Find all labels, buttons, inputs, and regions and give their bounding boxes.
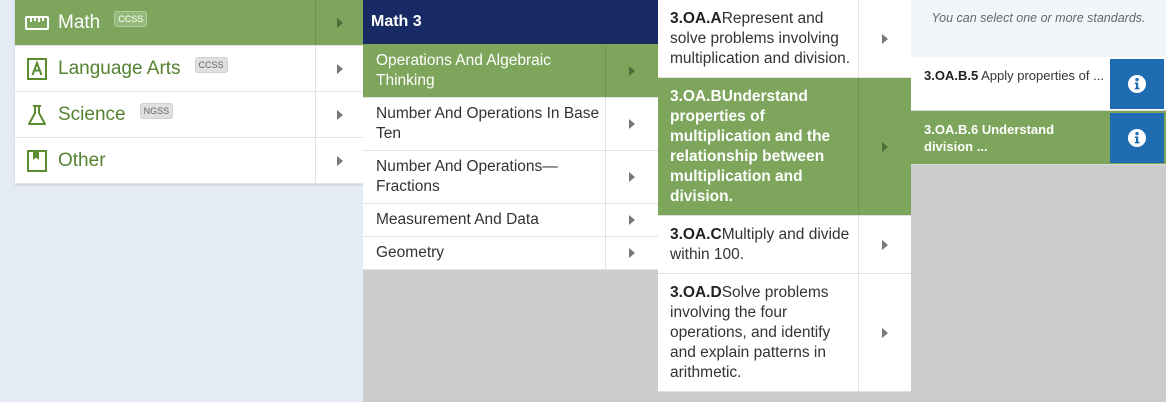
expand-arrow[interactable] [605, 45, 658, 97]
expand-arrow[interactable] [858, 274, 911, 391]
expand-arrow[interactable] [315, 0, 363, 45]
info-icon [1128, 129, 1146, 147]
flask-icon [25, 103, 49, 127]
grade-title: Math 3 [363, 0, 658, 45]
cluster-code: 3.OA.B [670, 88, 722, 105]
expand-arrow[interactable] [605, 98, 658, 150]
expand-arrow[interactable] [315, 138, 363, 183]
subject-list: Math CCSS Language Arts CCSS Science NGS… [15, 0, 363, 184]
domain-label: Geometry [376, 244, 445, 261]
expand-arrow[interactable] [605, 237, 658, 269]
domain-column: Math 3 Operations And Algebraic Thinking… [363, 0, 658, 402]
ruler-icon [25, 11, 49, 35]
chevron-right-icon [629, 248, 635, 258]
cluster-column: 3.OA.ARepresent and solve problems invol… [658, 0, 911, 402]
chevron-right-icon [629, 119, 635, 129]
standard-code: 3.OA.B.6 [924, 122, 979, 137]
standard-badge: CCSS [114, 10, 148, 27]
standard-badge: CCSS [194, 56, 228, 73]
chevron-right-icon [882, 33, 888, 44]
cluster-code: 3.OA.C [670, 226, 722, 243]
info-button[interactable] [1110, 59, 1164, 109]
info-icon [1128, 75, 1146, 93]
expand-arrow[interactable] [605, 204, 658, 236]
expand-arrow[interactable] [858, 78, 911, 215]
chevron-right-icon [336, 109, 343, 120]
cluster-code: 3.OA.D [670, 284, 722, 301]
standard-text: Apply properties of ... [981, 68, 1104, 83]
cluster-item[interactable]: 3.OA.BUnderstand properties of multiplic… [658, 78, 911, 216]
domain-item[interactable]: Operations And Algebraic Thinking [363, 45, 658, 98]
domain-label: Number And Operations—Fractions [376, 158, 558, 195]
subject-label: Language Arts [58, 57, 181, 79]
expand-arrow[interactable] [605, 151, 658, 203]
cluster-code: 3.OA.A [670, 10, 722, 27]
subject-item-language-arts[interactable]: Language Arts CCSS [15, 46, 363, 92]
domain-label: Operations And Algebraic Thinking [376, 52, 551, 89]
subject-item-math[interactable]: Math CCSS [15, 0, 363, 46]
standard-item[interactable]: 3.OA.B.6 Understand division ... [911, 111, 1166, 165]
subject-label: Science [58, 103, 126, 125]
chevron-right-icon [629, 215, 635, 225]
expand-arrow[interactable] [315, 46, 363, 91]
standard-code: 3.OA.B.5 [924, 68, 979, 83]
chevron-right-icon [336, 17, 343, 28]
domain-label: Measurement And Data [376, 211, 539, 228]
expand-arrow[interactable] [858, 0, 911, 77]
domain-item[interactable]: Number And Operations—Fractions [363, 151, 658, 204]
chevron-right-icon [336, 63, 343, 74]
standard-badge: NGSS [139, 102, 174, 119]
cluster-text: Understand properties of multiplication … [670, 88, 831, 205]
cluster-item[interactable]: 3.OA.DSolve problems involving the four … [658, 274, 911, 392]
chevron-right-icon [882, 141, 888, 152]
letter-a-icon [25, 57, 49, 81]
chevron-right-icon [882, 239, 888, 250]
expand-arrow[interactable] [315, 92, 363, 137]
cluster-item[interactable]: 3.OA.CMultiply and divide within 100. [658, 216, 911, 274]
standards-column: You can select one or more standards. 3.… [911, 0, 1166, 402]
chevron-right-icon [629, 172, 635, 182]
subject-label: Other [58, 149, 106, 171]
selection-hint: You can select one or more standards. [911, 0, 1166, 57]
domain-item[interactable]: Geometry [363, 237, 658, 270]
subject-item-other[interactable]: Other [15, 138, 363, 184]
cluster-item[interactable]: 3.OA.ARepresent and solve problems invol… [658, 0, 911, 78]
expand-arrow[interactable] [858, 216, 911, 273]
standard-item[interactable]: 3.OA.B.5 Apply properties of ... [911, 57, 1166, 111]
domain-label: Number And Operations In Base Ten [376, 105, 600, 142]
subject-item-science[interactable]: Science NGSS [15, 92, 363, 138]
domain-item[interactable]: Measurement And Data [363, 204, 658, 237]
info-button[interactable] [1110, 113, 1164, 163]
domain-item[interactable]: Number And Operations In Base Ten [363, 98, 658, 151]
chevron-right-icon [336, 155, 343, 166]
subject-label: Math [58, 11, 101, 33]
bookmark-icon [25, 149, 49, 173]
chevron-right-icon [629, 66, 635, 76]
chevron-right-icon [882, 327, 888, 338]
